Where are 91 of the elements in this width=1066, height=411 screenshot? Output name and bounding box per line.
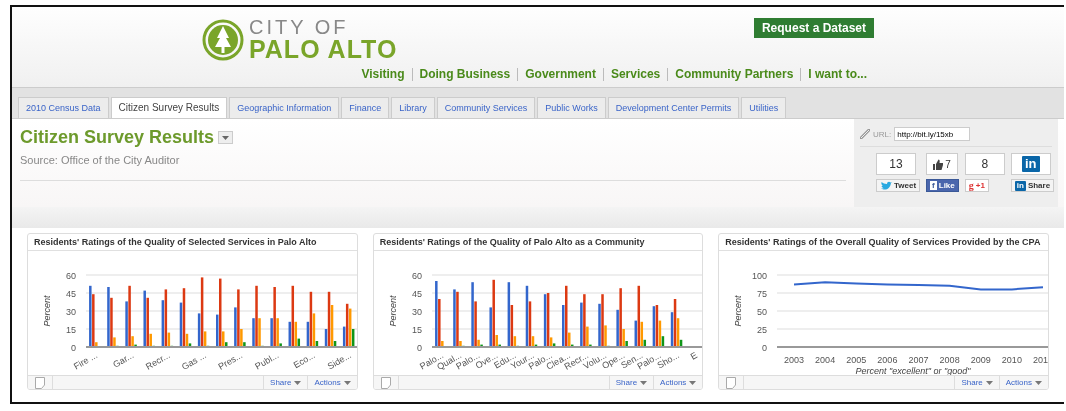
- tab[interactable]: 2010 Census Data: [18, 97, 109, 118]
- axis-tick-label: Side...: [325, 350, 353, 372]
- axis-tick-label: Pres...: [216, 350, 245, 372]
- facebook-logo: f: [930, 181, 937, 190]
- caret-icon: [1035, 380, 1042, 385]
- caret-icon: [294, 380, 302, 385]
- palo-alto-text: PALO ALTO: [249, 37, 398, 62]
- axis-tick-label: 2006: [877, 355, 898, 365]
- chart-title: Residents' Ratings of the Quality of Palo Alto as a Community: [373, 234, 703, 251]
- caret-icon: [985, 380, 993, 385]
- axis-title: Percent: [733, 295, 744, 327]
- axis-title: Percent: [387, 295, 398, 327]
- tab[interactable]: Library: [391, 97, 435, 118]
- axis-tick-label: 15: [66, 325, 76, 335]
- axis-tick-label: 0: [416, 343, 422, 353]
- share-button[interactable]: Tweet: [876, 179, 921, 192]
- caret-icon: [689, 380, 697, 385]
- axis-tick-label: 2010: [1002, 355, 1023, 365]
- google-logo: g: [968, 180, 974, 191]
- nav-link[interactable]: Doing Business: [411, 68, 518, 81]
- tree-logo-icon: [202, 18, 244, 61]
- nav-link[interactable]: I want to...: [800, 68, 874, 81]
- caret-icon: [222, 135, 230, 140]
- axis-tick-label: 75: [757, 289, 768, 299]
- axis-tick-label: 2008: [939, 355, 960, 365]
- chart-title: Residents' Ratings of the Quality of Selected Services in Palo Alto: [28, 234, 357, 251]
- axis-tick-label: 2009: [971, 355, 992, 365]
- axis-tick-label: 60: [411, 271, 422, 281]
- axis-tick-label: 2007: [908, 355, 929, 365]
- request-dataset-button[interactable]: Request a Dataset: [753, 18, 874, 38]
- axis-tick-label: 2005: [846, 355, 867, 365]
- axis-tick-label: 2003: [784, 355, 805, 365]
- tab[interactable]: Public Works: [537, 97, 606, 118]
- share-button[interactable]: in Share: [1010, 179, 1055, 192]
- linkedin-logo: in: [1022, 156, 1040, 172]
- city-of-text: CITY OF: [249, 17, 350, 37]
- axis-tick-label: 30: [411, 307, 422, 317]
- actions-menu[interactable]: Actions: [307, 376, 357, 389]
- share-menu[interactable]: Share: [608, 376, 654, 389]
- axis-tick-label: 2004: [815, 355, 836, 365]
- tab[interactable]: Community Services: [436, 97, 536, 118]
- share-menu[interactable]: Share: [263, 376, 308, 389]
- nav-link[interactable]: Services: [602, 68, 668, 81]
- axis-tick-label: 45: [66, 289, 76, 299]
- share-button[interactable]: g +1: [964, 179, 989, 192]
- actions-menu[interactable]: Actions: [653, 376, 703, 389]
- dropdown-button[interactable]: [218, 131, 234, 144]
- tab[interactable]: Finance: [341, 97, 390, 118]
- page-title: Citizen Survey Results: [20, 127, 215, 148]
- axis-tick-label: Eco...: [291, 350, 317, 371]
- axis-tick-label: 0: [762, 343, 768, 353]
- count-text: 13: [889, 157, 903, 171]
- nav-link[interactable]: Visiting: [354, 68, 412, 81]
- nav-link[interactable]: Government: [517, 68, 603, 81]
- url-field[interactable]: http://bit.ly/15xb: [894, 127, 971, 141]
- axis-tick-label: 45: [411, 289, 422, 299]
- axis-tick-label: 60: [66, 271, 76, 281]
- axis-title: Percent: [42, 295, 52, 327]
- share-button[interactable]: f Like: [926, 179, 959, 192]
- axis-tick-label: 15: [411, 325, 422, 335]
- axis-tick-label: 30: [66, 307, 76, 317]
- nav-link[interactable]: Community Partners: [667, 68, 801, 81]
- tab[interactable]: Citizen Survey Results: [110, 97, 228, 118]
- link-icon: [860, 129, 870, 139]
- thumbs-up-icon: [933, 158, 944, 170]
- axis-title: Percent "excellent" or "good": [855, 366, 971, 375]
- actions-menu[interactable]: Actions: [998, 376, 1048, 389]
- count-text: 7: [945, 158, 951, 170]
- url-label: URL:: [873, 129, 892, 139]
- axis-tick-label: Publ...: [253, 350, 281, 372]
- share-menu[interactable]: Share: [954, 376, 999, 389]
- caret-icon: [640, 380, 648, 385]
- axis-tick-label: E: [688, 350, 699, 362]
- axis-tick-label: 50: [757, 307, 768, 317]
- axis-tick-label: 201: [1033, 355, 1048, 365]
- linkedin-logo: in: [1014, 180, 1026, 191]
- axis-tick-label: Gas ...: [179, 350, 208, 372]
- axis-tick-label: Fire ...: [71, 350, 100, 372]
- bird-icon: [880, 180, 892, 191]
- source-text: Source: Office of the City Auditor: [20, 154, 846, 181]
- axis-tick-label: 100: [752, 271, 768, 281]
- count-text: 8: [981, 157, 989, 171]
- axis-tick-label: 0: [71, 343, 76, 353]
- caret-icon: [343, 380, 351, 385]
- tab[interactable]: Utilities: [741, 97, 787, 118]
- axis-tick-label: 25: [757, 325, 768, 335]
- chart-title: Residents' Ratings of the Overall Quality of Services Provided by the CPA: [719, 234, 1048, 251]
- tab[interactable]: Geographic Information: [229, 97, 340, 118]
- axis-tick-label: Recr...: [144, 350, 172, 372]
- axis-tick-label: Gar...: [111, 350, 136, 370]
- tab[interactable]: Development Center Permits: [607, 97, 740, 118]
